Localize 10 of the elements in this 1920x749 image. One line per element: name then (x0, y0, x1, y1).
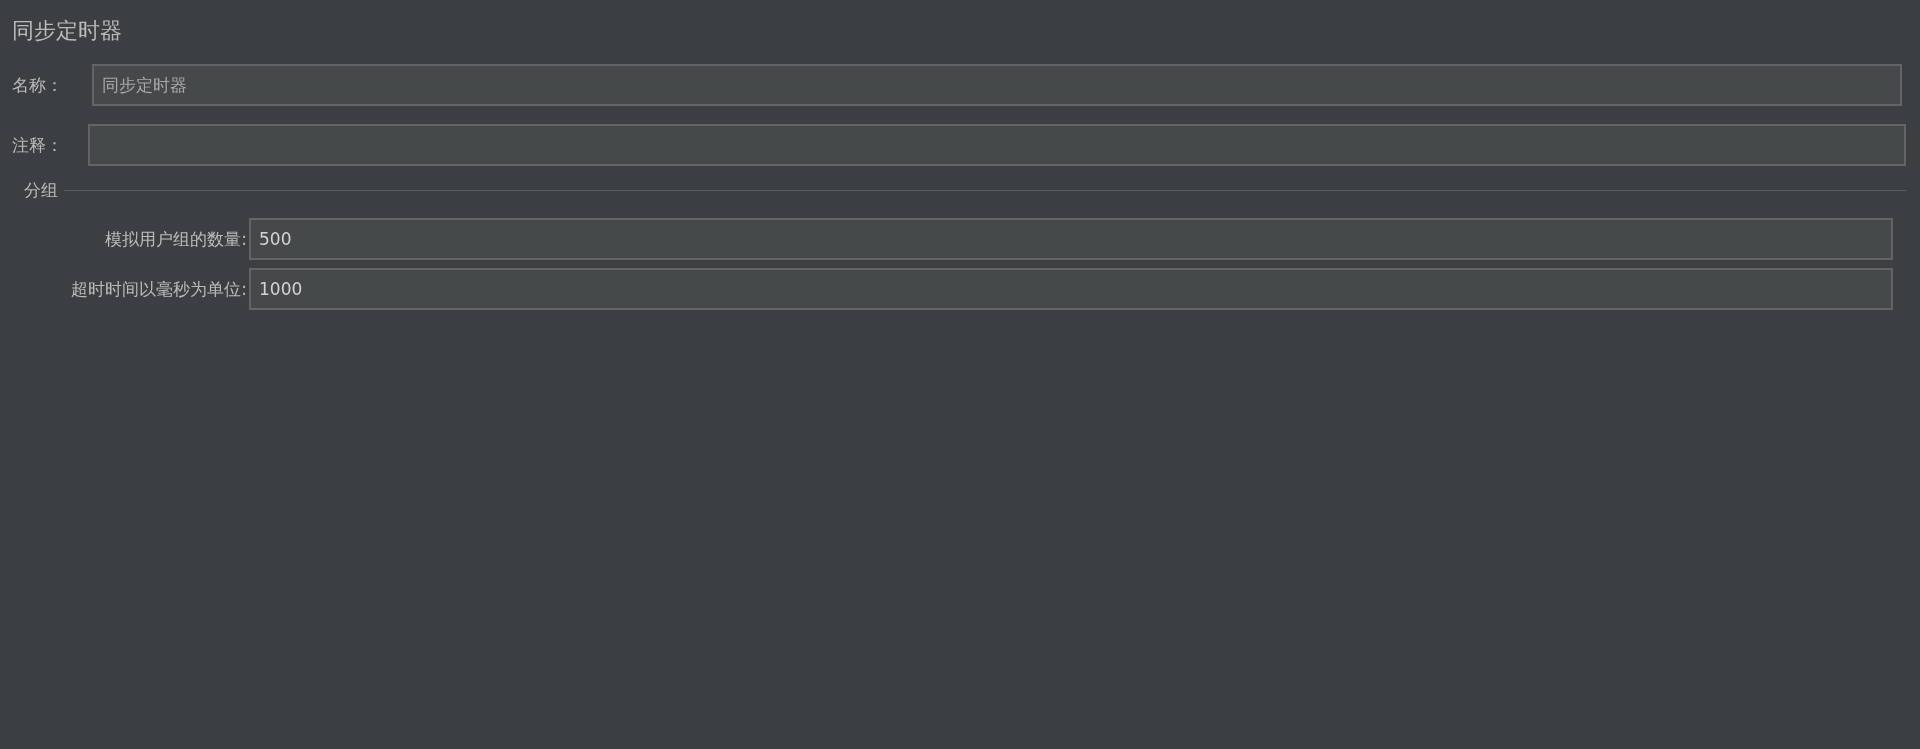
field-label: 名称： (12, 73, 64, 97)
text-field[interactable]: 500 (249, 218, 1893, 260)
text-field[interactable] (88, 124, 1906, 166)
field-label: 注释： (12, 133, 64, 157)
group-title: 分组 (23, 178, 59, 202)
text-field[interactable]: 1000 (249, 268, 1893, 310)
panel-title: 同步定时器 (12, 17, 123, 45)
field-label: 超时时间以毫秒为单位: (70, 277, 248, 301)
text-field[interactable]: 同步定时器 (92, 64, 1902, 106)
field-label: 模拟用户组的数量: (104, 227, 248, 251)
